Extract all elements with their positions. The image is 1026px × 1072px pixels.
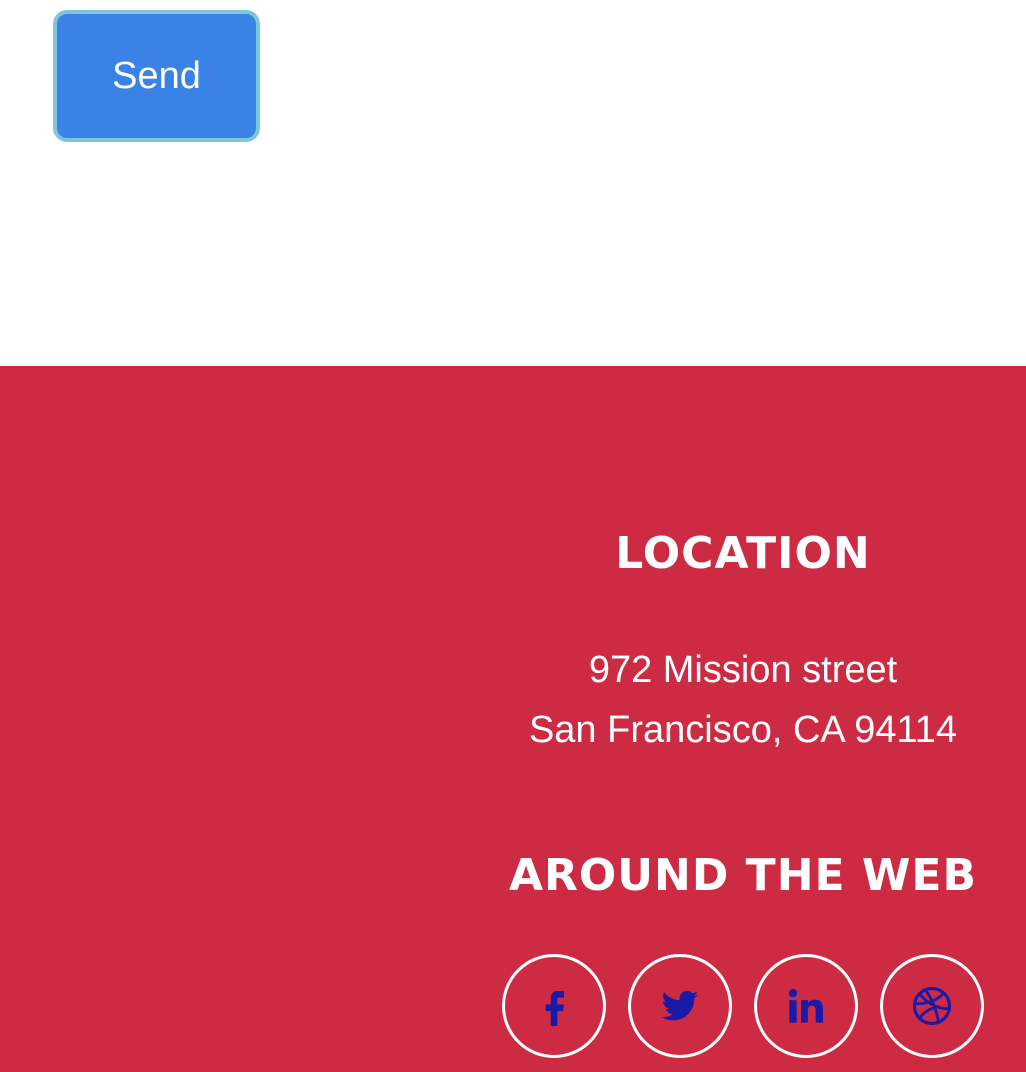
around-the-web-heading: AROUND THE WEB [508, 850, 978, 901]
address-line-1: 972 Mission street [588, 649, 898, 691]
location-address: 972 Mission street San Francisco, CA 941… [462, 640, 1024, 760]
facebook-icon [545, 991, 564, 1026]
linkedin-icon [788, 989, 823, 1023]
linkedin-link[interactable] [754, 954, 858, 1058]
facebook-link[interactable] [502, 954, 606, 1058]
send-button[interactable]: Send [53, 10, 260, 142]
social-links [502, 954, 986, 1058]
twitter-link[interactable] [628, 954, 732, 1058]
contact-form-area: Send [0, 0, 1026, 366]
dribbble-icon [912, 986, 952, 1026]
dribbble-link[interactable] [880, 954, 984, 1058]
twitter-icon [661, 990, 699, 1021]
address-line-2: San Francisco, CA 94114 [528, 709, 958, 751]
footer: LOCATION 972 Mission street San Francisc… [0, 366, 1026, 1072]
location-heading: LOCATION [615, 528, 871, 579]
